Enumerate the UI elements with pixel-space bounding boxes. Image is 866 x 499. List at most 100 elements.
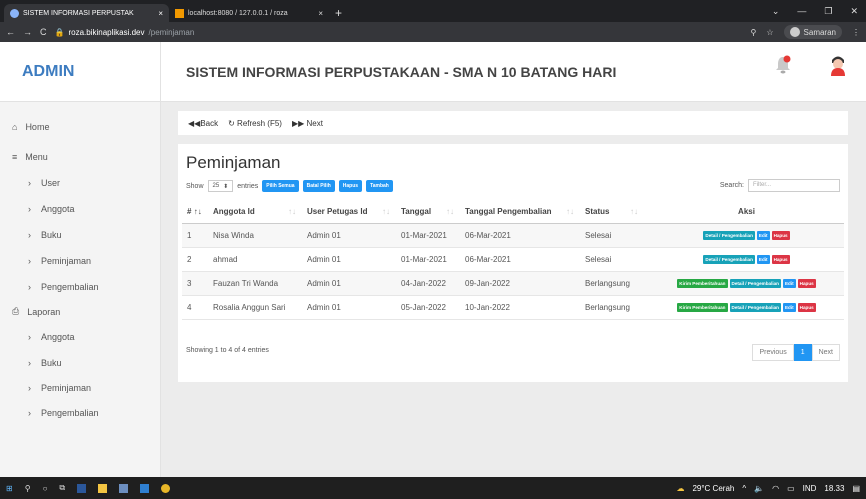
brand-logo[interactable]: ADMIN — [0, 42, 160, 102]
search-input[interactable]: Filter... — [748, 179, 840, 192]
profile-button[interactable]: Samaran — [783, 25, 842, 39]
table-row[interactable]: 3 Fauzan Tri Wanda Admin 01 04-Jan-2022 … — [182, 271, 844, 296]
menu-kebab-icon[interactable]: ⋮ — [852, 28, 860, 37]
cell-petugas: Admin 01 — [302, 223, 396, 248]
column-header-pengembalian[interactable]: Tanggal Pengembalian ↑↓ — [460, 200, 580, 224]
hapus-row-button[interactable]: Hapus — [771, 255, 790, 264]
sidebar-item-home[interactable]: ⌂ Home — [12, 122, 49, 132]
sidebar-item-laporan[interactable]: ⎙ Laporan — [12, 306, 60, 317]
mail-app-icon[interactable] — [140, 483, 150, 493]
weather-icon[interactable]: ☁ — [676, 484, 684, 493]
tab-search-icon[interactable]: ⌄ — [772, 6, 780, 17]
pager-next[interactable]: Next — [811, 344, 840, 361]
language-indicator[interactable]: IND — [803, 484, 817, 493]
battery-icon[interactable]: ▭ — [787, 484, 795, 493]
column-header-status[interactable]: Status ↑↓ — [580, 200, 644, 224]
user-avatar-icon[interactable] — [829, 54, 847, 76]
volume-icon[interactable]: 🔈 — [754, 484, 764, 493]
hapus-row-button[interactable]: Hapus — [771, 231, 790, 240]
word-app-icon[interactable] — [77, 483, 87, 493]
cell-aksi: Kirim Pemberitahuan Detail / Pengembalian… — [644, 295, 844, 320]
refresh-link[interactable]: ↻ Refresh (F5) — [228, 119, 282, 128]
kirim-pemberitahuan-button[interactable]: Kirim Pemberitahuan — [677, 279, 728, 288]
sidebar-item-laporan-pengembalian[interactable]: › Pengembalian — [28, 408, 99, 418]
app-icon[interactable] — [119, 483, 129, 493]
cell-tanggal-pengembalian: 06-Mar-2021 — [460, 223, 580, 248]
chevron-right-icon: › — [28, 282, 31, 292]
forward-arrow-icon[interactable]: → — [23, 27, 32, 37]
sidebar-item-peminjaman[interactable]: › Peminjaman — [28, 256, 91, 266]
chevron-right-icon: › — [28, 358, 31, 368]
notification-bell-icon[interactable] — [775, 55, 791, 75]
browser-tab-phpmyadmin[interactable]: localhost:8080 / 127.0.0.1 / roza × — [169, 4, 329, 22]
edit-button[interactable]: Edit — [782, 303, 796, 312]
chevron-right-icon: › — [28, 204, 31, 214]
tab-close-icon[interactable]: × — [158, 9, 163, 18]
minimize-icon[interactable]: — — [797, 6, 806, 16]
edit-button[interactable]: Edit — [782, 279, 796, 288]
sidebar-item-pengembalian[interactable]: › Pengembalian — [28, 282, 99, 292]
table-header-row: # ↑↓ Anggota Id ↑↓ User Petugas Id ↑↓ Tang… — [182, 200, 844, 224]
weather-text[interactable]: 29°C Cerah — [692, 484, 734, 493]
kirim-pemberitahuan-button[interactable]: Kirim Pemberitahuan — [677, 303, 728, 312]
search-icon[interactable]: ⚲ — [25, 484, 31, 493]
sidebar-item-label: Menu — [25, 152, 48, 162]
pilih-semua-button[interactable]: Pilih Semua — [262, 180, 299, 192]
back-link[interactable]: ◀◀Back — [188, 119, 218, 128]
column-header-tanggal[interactable]: Tanggal ↑↓ — [396, 200, 460, 224]
detail-pengembalian-button[interactable]: Detail / Pengembalian — [729, 303, 781, 312]
bookmark-star-icon[interactable]: ☆ — [766, 28, 773, 37]
tambah-button[interactable]: Tambah — [366, 180, 393, 192]
zoom-icon[interactable]: ⚲ — [751, 28, 757, 37]
batal-pilih-button[interactable]: Batal Pilih — [302, 180, 335, 192]
tab-close-icon[interactable]: × — [318, 9, 323, 18]
url-field[interactable]: 🔒 roza.bikinaplikasi.dev/peminjaman — [55, 28, 195, 37]
notification-center-icon[interactable]: ▤ — [852, 484, 860, 493]
hapus-row-button[interactable]: Hapus — [797, 303, 816, 312]
reload-icon[interactable]: C — [40, 27, 47, 37]
table-row[interactable]: 4 Rosalia Anggun Sari Admin 01 05-Jan-20… — [182, 295, 844, 320]
restore-icon[interactable]: ❐ — [824, 6, 832, 17]
column-header-petugas[interactable]: User Petugas Id ↑↓ — [302, 200, 396, 224]
windows-start-icon[interactable]: ⊞ — [6, 484, 13, 493]
sidebar-item-menu[interactable]: ≡ Menu — [12, 152, 48, 162]
new-tab-button[interactable]: + — [335, 4, 342, 22]
cell-status: Berlangsung — [580, 271, 644, 296]
sidebar-item-laporan-peminjaman[interactable]: › Peminjaman — [28, 383, 91, 393]
column-header-anggota[interactable]: Anggota Id ↑↓ — [208, 200, 302, 224]
sidebar-item-buku[interactable]: › Buku — [28, 230, 62, 240]
cell-no: 3 — [182, 271, 208, 296]
detail-pengembalian-button[interactable]: Detail / Pengembalian — [729, 279, 781, 288]
pager-previous[interactable]: Previous — [752, 344, 794, 361]
edit-button[interactable]: Edit — [756, 231, 770, 240]
pager-page-1[interactable]: 1 — [793, 344, 812, 361]
sidebar-item-anggota[interactable]: › Anggota — [28, 204, 75, 214]
table-row[interactable]: 1 Nisa Winda Admin 01 01-Mar-2021 06-Mar… — [182, 223, 844, 248]
browser-tab-active[interactable]: SISTEM INFORMASI PERPUSTAK × — [4, 4, 169, 22]
cortana-icon[interactable]: ○ — [43, 484, 48, 493]
entries-select[interactable]: 25 ⬍ — [207, 180, 234, 192]
next-link[interactable]: ▶▶ Next — [292, 119, 323, 128]
chrome-app-icon[interactable] — [161, 483, 171, 493]
hapus-row-button[interactable]: Hapus — [797, 279, 816, 288]
task-view-icon[interactable]: ⧉ — [59, 483, 65, 493]
sort-icon: ↑↓ — [382, 206, 390, 216]
sidebar-item-laporan-anggota[interactable]: › Anggota — [28, 332, 75, 342]
edit-button[interactable]: Edit — [756, 255, 770, 264]
sidebar-item-laporan-buku[interactable]: › Buku — [28, 358, 62, 368]
detail-pengembalian-button[interactable]: Detail / Pengembalian — [703, 255, 755, 264]
detail-pengembalian-button[interactable]: Detail / Pengembalian — [703, 231, 755, 240]
search-label: Search: — [719, 182, 744, 189]
clock[interactable]: 18.33 — [824, 484, 844, 493]
tray-chevron-icon[interactable]: ^ — [742, 484, 746, 493]
sidebar-item-user[interactable]: › User — [28, 178, 60, 188]
show-label: Show — [186, 182, 204, 190]
file-explorer-icon[interactable] — [98, 483, 108, 493]
close-window-icon[interactable]: ✕ — [850, 6, 858, 17]
wifi-icon[interactable]: ◠ — [772, 484, 779, 493]
cell-anggota: Nisa Winda — [208, 223, 302, 248]
hapus-button[interactable]: Hapus — [338, 180, 363, 192]
table-row[interactable]: 2 ahmad Admin 01 01-Mar-2021 06-Mar-2021… — [182, 247, 844, 272]
column-header-no[interactable]: # ↑↓ — [182, 200, 208, 224]
back-arrow-icon[interactable]: ← — [6, 27, 15, 37]
